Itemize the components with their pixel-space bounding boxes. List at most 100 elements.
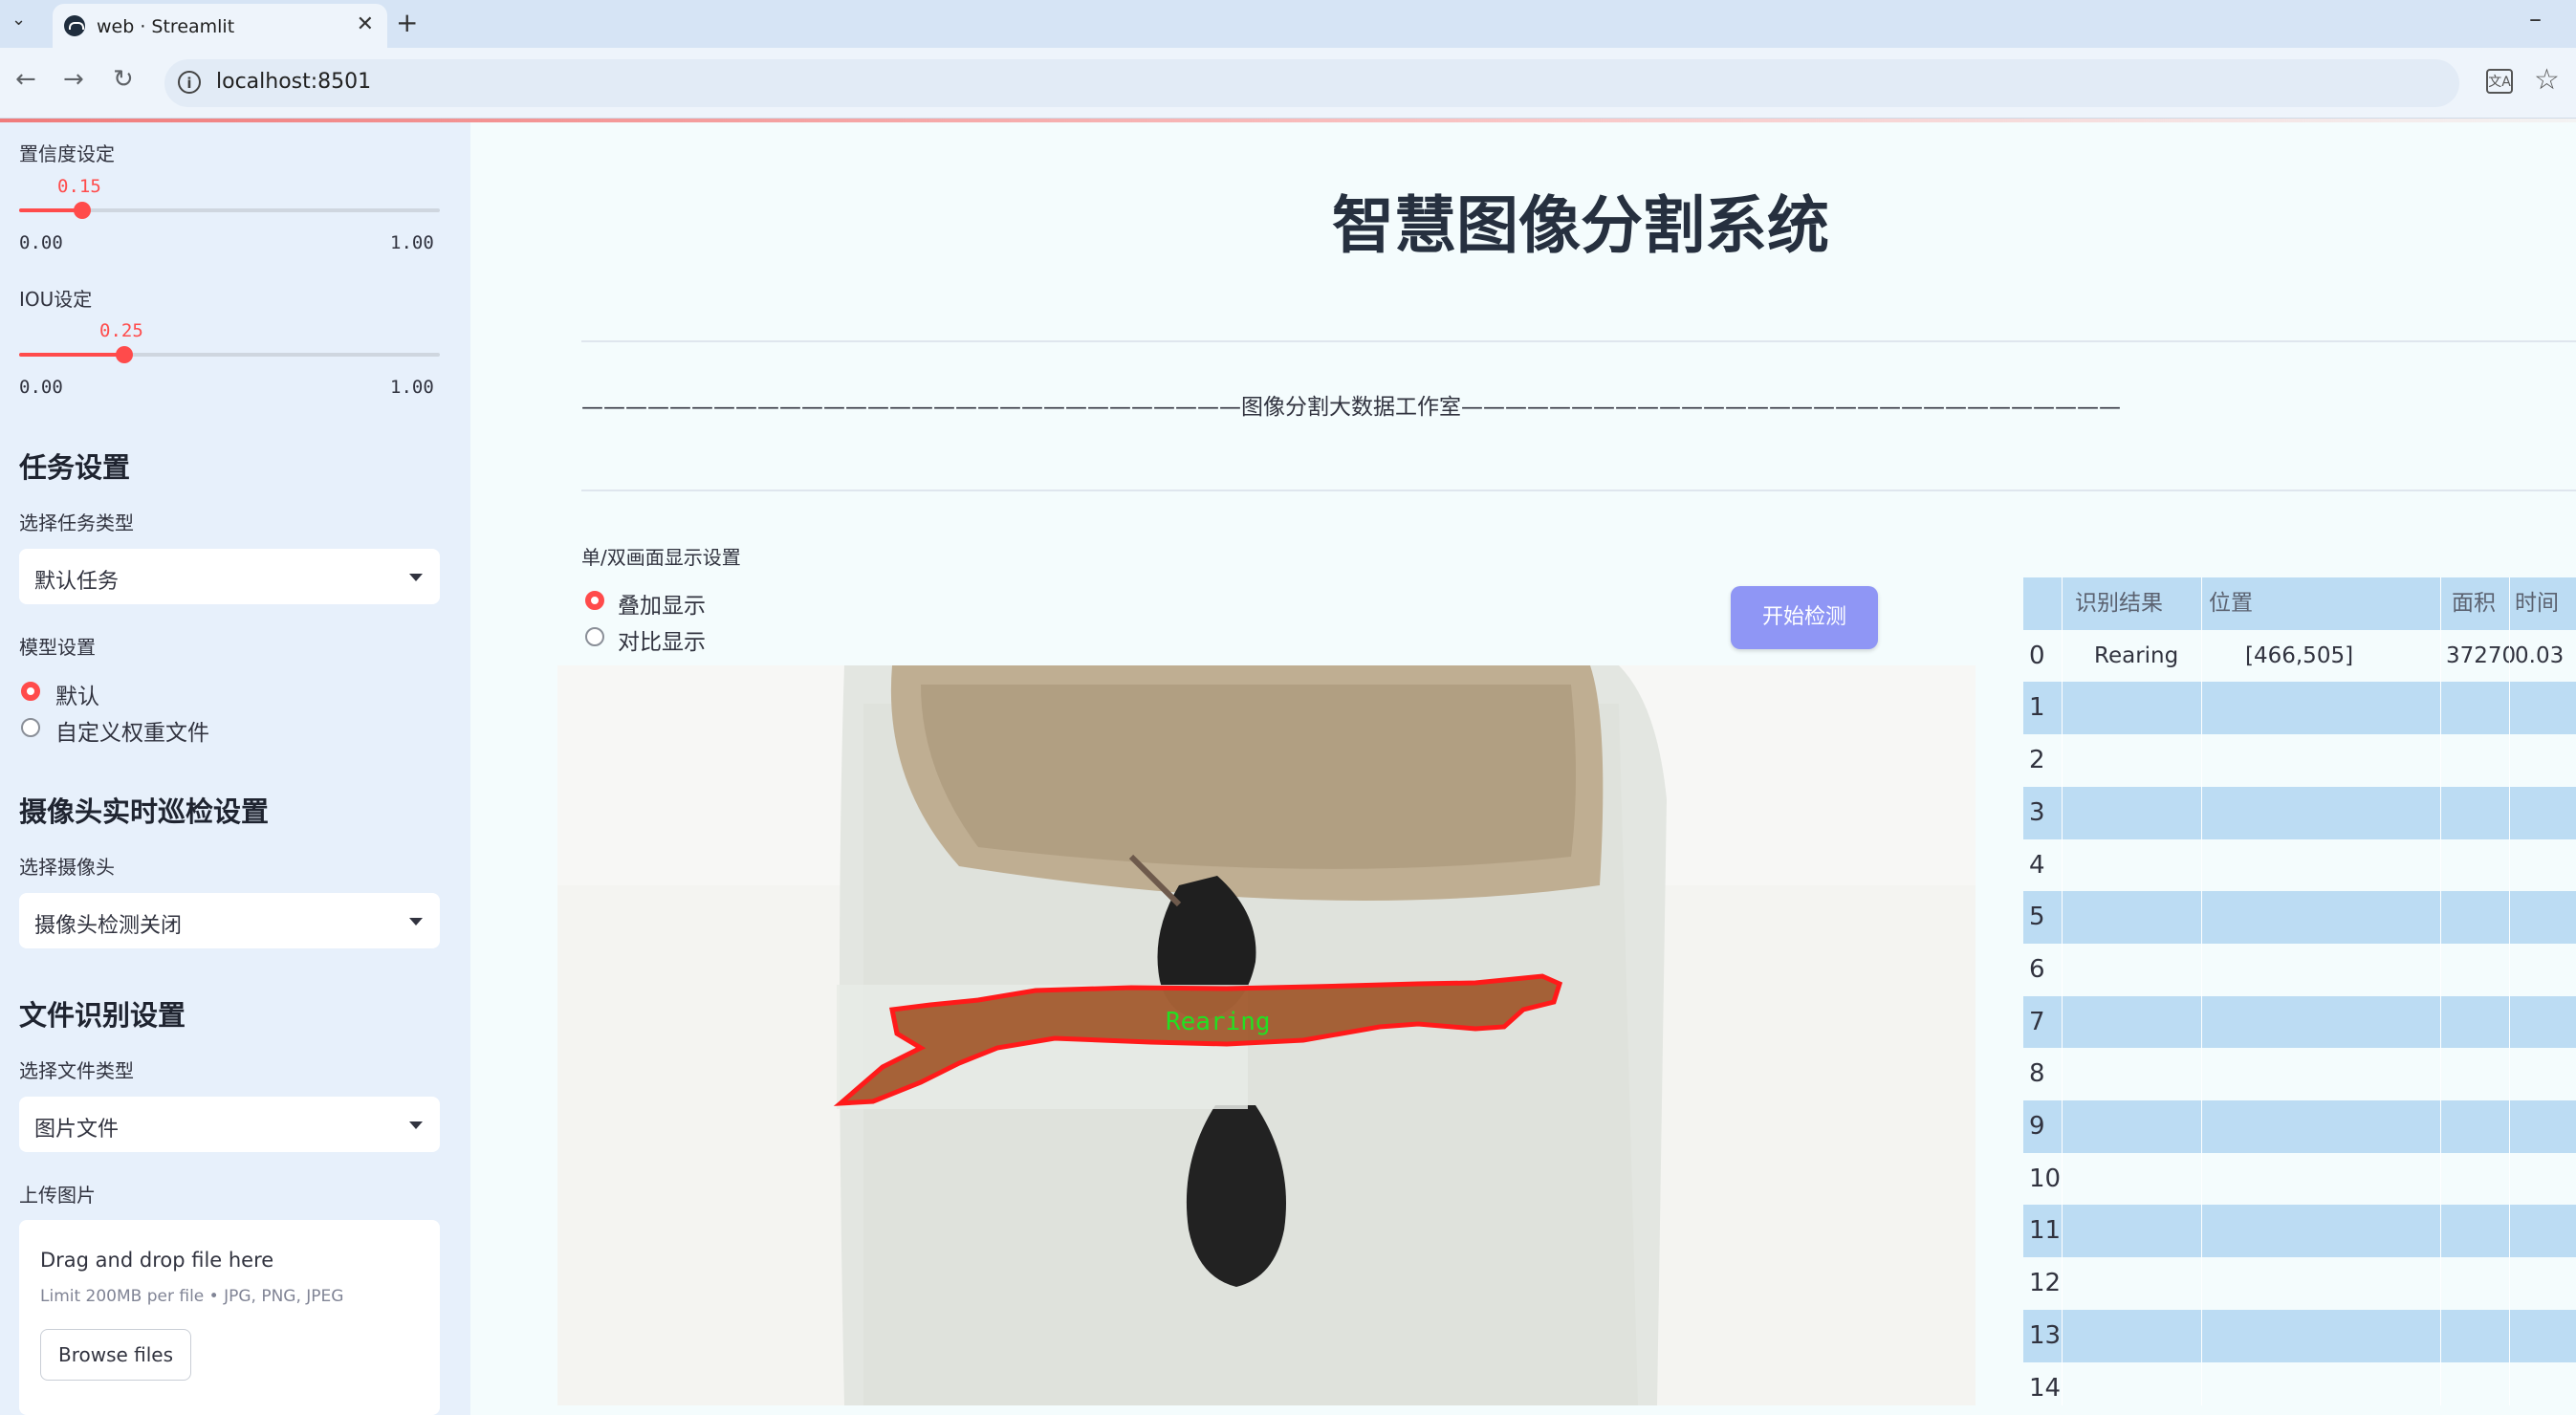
model-option-default[interactable]: 默认 (55, 678, 99, 710)
col-area: 面积 (2452, 591, 2496, 616)
file-settings-header: 文件识别设置 (19, 999, 186, 1032)
model-option-custom[interactable]: 自定义权重文件 (55, 714, 209, 747)
result-table[interactable]: 识别结果 位置 面积 时间 0 Rearing [466,505] 37270 0.03… (2023, 577, 2576, 1405)
row-index: 5 (2029, 903, 2045, 931)
table-row[interactable]: 5 (2023, 891, 2576, 944)
site-info-icon[interactable]: i (178, 71, 201, 94)
row-index: 13 (2029, 1321, 2062, 1350)
model-radio-default[interactable] (21, 682, 40, 701)
row-index: 14 (2029, 1374, 2062, 1403)
table-row[interactable]: 13 (2023, 1310, 2576, 1362)
iou-min: 0.00 (19, 377, 63, 398)
dropzone-text: Drag and drop file here (40, 1249, 274, 1272)
row-index: 3 (2029, 798, 2045, 827)
tab-title: web · Streamlit (97, 16, 235, 37)
table-row[interactable]: 1 (2023, 682, 2576, 734)
confidence-min: 0.00 (19, 232, 63, 253)
display-radio-compare[interactable] (585, 627, 604, 646)
display-setting-label: 单/双画面显示设置 (581, 546, 741, 569)
reload-icon[interactable]: ↻ (113, 65, 134, 94)
row-index: 12 (2029, 1269, 2062, 1297)
forward-icon[interactable]: → (63, 65, 84, 94)
iou-value: 0.25 (99, 320, 143, 341)
start-detection-button[interactable]: 开始检测 (1731, 586, 1878, 649)
col-divider (2201, 577, 2202, 1405)
browser-tab[interactable]: web · Streamlit ✕ (53, 4, 387, 48)
translate-icon[interactable]: 文A (2486, 69, 2513, 94)
row-index: 9 (2029, 1112, 2045, 1141)
table-row[interactable]: 3 (2023, 787, 2576, 839)
file-type-select[interactable]: 图片文件 (19, 1097, 440, 1152)
col-time: 时间 (2515, 591, 2559, 616)
cell-time: 0.03 (2515, 643, 2565, 668)
divider-bottom (581, 490, 2576, 491)
display-option-compare[interactable]: 对比显示 (618, 623, 706, 656)
row-index: 1 (2029, 693, 2045, 722)
file-type-value: 图片文件 (34, 1118, 120, 1142)
new-tab-icon[interactable]: + (396, 7, 418, 38)
col-divider (2440, 577, 2441, 1405)
minimize-window-icon[interactable]: – (2529, 5, 2542, 33)
camera-select[interactable]: 摄像头检测关闭 (19, 893, 440, 948)
confidence-label: 置信度设定 (19, 142, 115, 165)
url-text[interactable]: localhost:8501 (216, 70, 371, 94)
iou-label: IOU设定 (19, 288, 93, 311)
dropzone-limit: Limit 200MB per file • JPG, PNG, JPEG (40, 1287, 344, 1306)
row-index: 0 (2029, 642, 2045, 670)
table-row[interactable]: 12 (2023, 1257, 2576, 1310)
camera-select-label: 选择摄像头 (19, 856, 115, 879)
close-tab-icon[interactable]: ✕ (357, 12, 374, 36)
model-radio-custom[interactable] (21, 718, 40, 737)
row-index: 6 (2029, 955, 2045, 984)
page-title: 智慧图像分割系统 (1332, 190, 1830, 262)
table-row[interactable]: 2 (2023, 734, 2576, 787)
col-divider (2509, 577, 2510, 1405)
table-row[interactable]: 14 (2023, 1362, 2576, 1405)
row-index: 10 (2029, 1165, 2062, 1193)
iou-max: 1.00 (390, 377, 434, 398)
tab-search-icon[interactable]: ⌄ (11, 10, 26, 30)
banner-text: ——————————————————————————————图像分割大数据工作室… (581, 395, 2121, 420)
model-settings-label: 模型设置 (19, 636, 96, 659)
col-result: 识别结果 (2075, 591, 2163, 616)
chevron-down-icon (409, 918, 423, 925)
table-row[interactable]: 6 (2023, 944, 2576, 996)
table-row[interactable]: 8 (2023, 1048, 2576, 1100)
table-row[interactable]: 9 (2023, 1100, 2576, 1153)
table-row[interactable]: 7 (2023, 996, 2576, 1049)
back-icon[interactable]: ← (15, 65, 36, 94)
camera-settings-header: 摄像头实时巡检设置 (19, 795, 270, 828)
display-option-overlay[interactable]: 叠加显示 (618, 587, 706, 620)
detection-label: Rearing (1166, 1008, 1271, 1036)
chevron-down-icon (409, 574, 423, 581)
iou-slider-thumb[interactable] (116, 346, 133, 363)
display-radio-overlay[interactable] (585, 591, 604, 610)
col-position: 位置 (2209, 591, 2253, 616)
bookmark-star-icon[interactable]: ☆ (2534, 63, 2560, 97)
streamlit-favicon-icon (64, 15, 85, 36)
running-indicator (0, 119, 2576, 122)
confidence-max: 1.00 (390, 232, 434, 253)
browse-files-button[interactable]: Browse files (40, 1329, 191, 1381)
cell-position: [466,505] (2245, 643, 2354, 668)
col-divider (2062, 577, 2063, 1405)
iou-fill (19, 353, 124, 357)
row-index: 8 (2029, 1059, 2045, 1088)
confidence-slider-thumb[interactable] (74, 202, 91, 219)
task-type-label: 选择任务类型 (19, 512, 134, 534)
divider-top (581, 340, 2576, 342)
confidence-value: 0.15 (57, 176, 101, 197)
omnibox[interactable] (164, 59, 2459, 107)
row-index: 11 (2029, 1216, 2062, 1245)
table-row[interactable]: 11 (2023, 1205, 2576, 1257)
row-index: 2 (2029, 746, 2045, 774)
task-type-select[interactable]: 默认任务 (19, 549, 440, 604)
table-row[interactable]: 4 (2023, 839, 2576, 892)
task-settings-header: 任务设置 (19, 451, 131, 484)
table-row[interactable]: 10 (2023, 1153, 2576, 1206)
file-type-label: 选择文件类型 (19, 1059, 134, 1082)
table-row[interactable]: 0 Rearing [466,505] 37270 0.03 (2023, 630, 2576, 683)
table-header: 识别结果 位置 面积 时间 (2023, 577, 2576, 630)
cell-result: Rearing (2094, 643, 2179, 668)
result-image: Rearing (557, 665, 1976, 1405)
